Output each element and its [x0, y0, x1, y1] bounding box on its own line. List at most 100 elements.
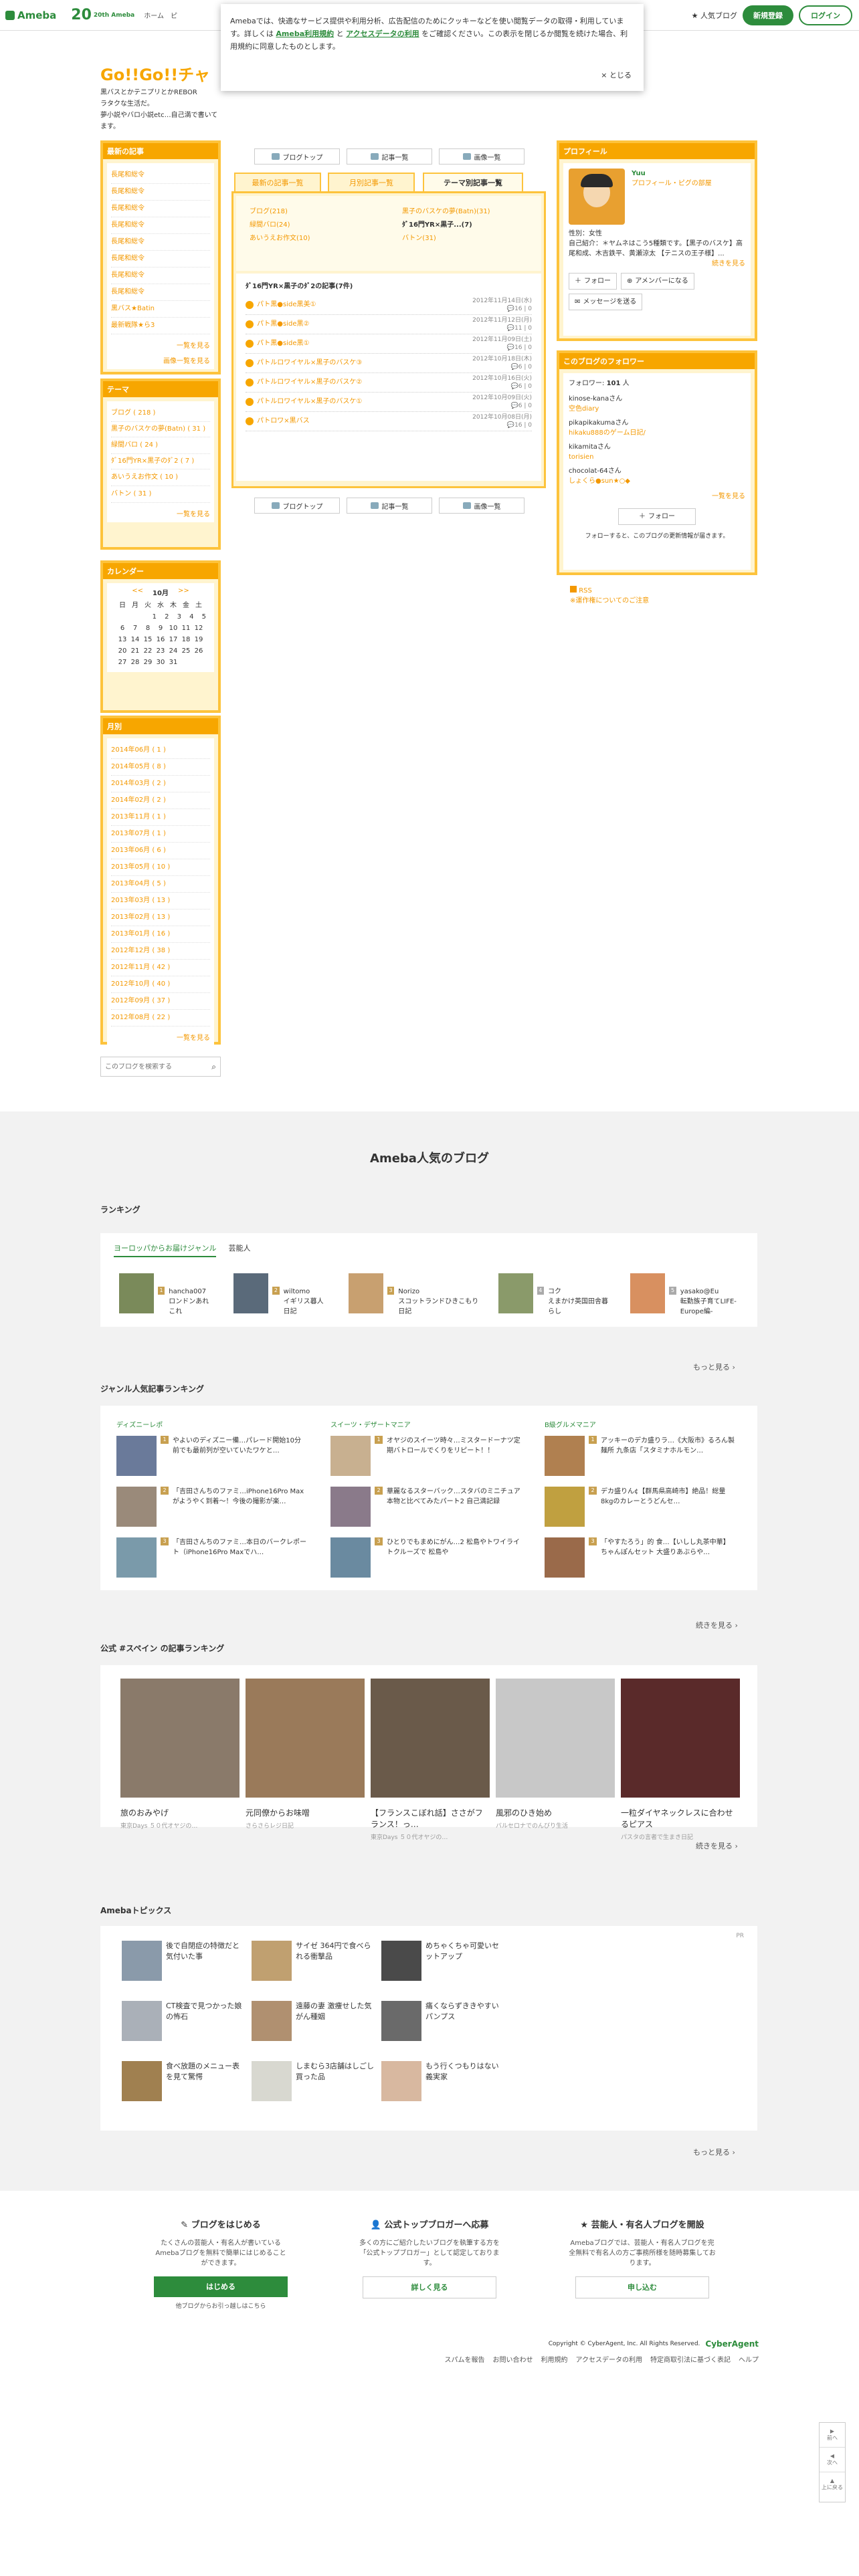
recent-post-link[interactable]: 長尾和総令 [111, 167, 210, 184]
calendar-prev-button[interactable]: << [132, 587, 143, 597]
footer-link-help[interactable]: ヘルプ [739, 2354, 759, 2364]
monthly-link[interactable]: 2013年01月 ( 16 ) [111, 926, 210, 943]
footer-link-contact[interactable]: お問い合わせ [493, 2354, 533, 2364]
nav-pigg[interactable]: ピ [171, 10, 177, 20]
image-list-tab-bottom[interactable]: 画像一覧 [439, 498, 524, 514]
celebrity-apply-button[interactable]: 申し込む [575, 2276, 709, 2298]
login-button[interactable]: ログイン [799, 5, 852, 25]
category-link[interactable]: 黒子のバスケの夢(Batn)(31) [402, 205, 528, 219]
recent-post-link[interactable]: 長尾和総令 [111, 201, 210, 217]
back-to-top-button[interactable]: ▲ 上に戻る [820, 2472, 845, 2496]
topic-item[interactable]: 遠藤の妻 激痩せした気がん種姻 [252, 2001, 381, 2041]
theme-link[interactable]: バトン ( 31 ) [111, 486, 210, 503]
article-row[interactable]: パト黒●side黒② 2012年11月12日(月) 💬11 | 0 [246, 315, 532, 334]
article-row[interactable]: パト黒●side黒美① 2012年11月14日(水) 💬16 | 0 [246, 296, 532, 315]
ameba-20th-logo[interactable]: 20 20th Ameba [71, 7, 134, 23]
follower-item[interactable]: kinose-kanaさん 空色diary [569, 394, 745, 414]
article-row[interactable]: パトルロワイヤル×黒子のバスケ② 2012年10月16日(火) 💬6 | 0 [246, 373, 532, 393]
start-blog-button[interactable]: はじめる [154, 2276, 288, 2297]
cyberagent-logo[interactable]: CyberAgent [705, 2339, 759, 2349]
recent-post-link[interactable]: 長尾和総令 [111, 251, 210, 267]
recent-more-link[interactable]: 一覧を見る [111, 340, 210, 350]
ranking-more-link[interactable]: もっと見る › [693, 1362, 735, 1372]
ranking-item[interactable]: 2 wiltomo イギリス暮人日記 [233, 1273, 329, 1317]
monthly-link[interactable]: 2013年07月 ( 1 ) [111, 826, 210, 843]
recent-post-link[interactable]: 黒バス★Batin [111, 301, 210, 318]
recent-post-link[interactable]: 長尾和総令 [111, 234, 210, 251]
genre-name[interactable]: スイーツ・デザートマニア [330, 1419, 531, 1429]
spain-article[interactable]: 【フランスこぼれ話】ささがフランス！っ… 東京Days ５０代オヤジの… [371, 1679, 490, 1841]
monthly-link[interactable]: 2012年10月 ( 40 ) [111, 976, 210, 993]
nav-home[interactable]: ホーム [144, 10, 164, 20]
genre-name[interactable]: B級グルメマニア [545, 1419, 745, 1429]
monthly-link[interactable]: 2014年06月 ( 1 ) [111, 742, 210, 759]
monthly-link[interactable]: 2013年04月 ( 5 ) [111, 876, 210, 893]
tab-monthly-articles[interactable]: 月別記事一覧 [328, 173, 415, 191]
recent-images-link[interactable]: 画像一覧を見る [111, 355, 210, 365]
popular-blog-link[interactable]: ★ 人気ブログ [692, 10, 737, 21]
top-blogger-button[interactable]: 詳しく見る [363, 2276, 496, 2298]
spain-article[interactable]: 元同僚からお味噌 さらさらレジ日記 [246, 1679, 365, 1841]
genre-article[interactable]: 3 「吉田さんちのファミ…本日のバークレポート（iPhone16Pro Maxでハ… [116, 1537, 317, 1578]
profile-name[interactable]: Yuu [632, 169, 712, 179]
recent-post-link[interactable]: 長尾和総令 [111, 217, 210, 234]
tab-theme-articles[interactable]: テーマ別記事一覧 [423, 173, 523, 191]
topic-item[interactable]: しまむら3店舗はしごし買った品 [252, 2061, 381, 2101]
blog-top-tab-bottom[interactable]: ブログトップ [254, 498, 340, 514]
blog-title[interactable]: Go!!Go!!チャ [100, 62, 210, 85]
monthly-link[interactable]: 2013年02月 ( 13 ) [111, 909, 210, 926]
spain-article[interactable]: 風邪のひき始め バルセロナでのんびり生活 [496, 1679, 615, 1841]
recent-post-link[interactable]: 長尾和総令 [111, 284, 210, 301]
monthly-link[interactable]: 2013年03月 ( 13 ) [111, 893, 210, 909]
article-row[interactable]: パトルロワイヤル×黒子のバスケ① 2012年10月09日(火) 💬6 | 0 [246, 393, 532, 412]
search-icon[interactable]: ⌕ [211, 1062, 216, 1072]
footer-link-terms[interactable]: 利用規約 [541, 2354, 568, 2364]
theme-link[interactable]: ブログ ( 218 ) [111, 405, 210, 422]
ranking-item[interactable]: 1 hancha007 ロンドンあれこれ [119, 1273, 215, 1317]
monthly-link[interactable]: 2012年09月 ( 37 ) [111, 993, 210, 1010]
followers-more-link[interactable]: 一覧を見る [569, 492, 745, 502]
genre-article[interactable]: 2 華麗なるスターバック…スタバのミニチュア本物と比べてみたパート2 自己満記録 [330, 1487, 531, 1527]
article-row[interactable]: パトルロワイヤル×黒子のバスケ③ 2012年10月18日(木) 💬6 | 0 [246, 354, 532, 373]
monthly-link[interactable]: 2012年08月 ( 22 ) [111, 1010, 210, 1027]
blog-search-input[interactable] [105, 1063, 199, 1071]
footer-link-access-data[interactable]: アクセスデータの利用 [576, 2354, 643, 2364]
article-row[interactable]: パト黒●side黒① 2012年11月09日(土) 💬16 | 0 [246, 334, 532, 354]
ranking-item[interactable]: 3 Norizo スコットランドひきこもり日記 [348, 1273, 480, 1317]
follow-button-2[interactable]: ＋フォロー [618, 508, 696, 525]
monthly-link[interactable]: 2014年03月 ( 2 ) [111, 776, 210, 792]
genre-name[interactable]: ディズニーレポ [116, 1419, 317, 1429]
article-list-tab-bottom[interactable]: 記事一覧 [347, 498, 432, 514]
genre-article[interactable]: 1 オヤジのスイーツ時々…ミスタードーナツ定期バトロールでくりをリピート！！ [330, 1436, 531, 1476]
image-list-tab[interactable]: 画像一覧 [439, 148, 524, 165]
category-link[interactable]: バトン(31) [402, 232, 528, 245]
article-list-tab[interactable]: 記事一覧 [347, 148, 432, 165]
genre-article[interactable]: 2 「吉田さんちのファミ…iPhone16Pro Maxがようやく到着〜！今後の撮… [116, 1487, 317, 1527]
ameba-logo[interactable]: Ameba [5, 9, 56, 21]
genre-article[interactable]: 1 やよいのディズニー備…パレード開始10分前でも最前列が空いていたワケと… [116, 1436, 317, 1476]
monthly-link[interactable]: 2014年02月 ( 2 ) [111, 792, 210, 809]
ranking-tab-celebrity[interactable]: 芸能人 [228, 1243, 250, 1257]
recent-post-link[interactable]: 最新戦隊★ら3 [111, 318, 210, 334]
category-link[interactable]: ﾀﾞ16門YR×黒子...(7) [402, 219, 528, 232]
send-message-button[interactable]: ✉ メッセージを送る [569, 294, 643, 310]
follower-item[interactable]: chocolat-64さん しょくら●sun★○◆ [569, 466, 745, 486]
next-page-button[interactable]: ◀ 次へ [820, 2448, 845, 2472]
category-link[interactable]: 緑間バロ(24) [250, 219, 375, 232]
topic-item[interactable]: 後で自閉症の特徴だと気付いた事 [122, 1941, 252, 1981]
ranking-item[interactable]: 4 コク えまかけ英国田舎暮らし [498, 1273, 612, 1317]
footer-link-spam[interactable]: スパムを報告 [445, 2354, 485, 2364]
follower-item[interactable]: kikamitaさん torisien [569, 442, 745, 462]
topic-item[interactable]: CT検査で見つかった娘の怖石 [122, 2001, 252, 2041]
tab-latest-articles[interactable]: 最新の記事一覧 [234, 173, 321, 191]
ranking-item[interactable]: 5 yasako@Eu 転勤族子育てLIFE-Europe編- [630, 1273, 757, 1317]
monthly-link[interactable]: 2013年06月 ( 6 ) [111, 843, 210, 859]
rss-link[interactable]: RSS [570, 586, 649, 596]
theme-more-link[interactable]: 一覧を見る [111, 508, 210, 518]
footer-link-commerce[interactable]: 特定商取引法に基づく表記 [650, 2354, 731, 2364]
topic-item[interactable]: 食べ放題のメニュー表を見て驚愕 [122, 2061, 252, 2101]
genre-more-link[interactable]: 続きを見る › [696, 1620, 738, 1630]
spain-article[interactable]: 一粒ダイヤネックレスに合わせるピアス パスタの言者で生まき日記 [621, 1679, 740, 1841]
monthly-link[interactable]: 2013年05月 ( 10 ) [111, 859, 210, 876]
prev-page-button[interactable]: ▶ 前へ [820, 2423, 845, 2448]
